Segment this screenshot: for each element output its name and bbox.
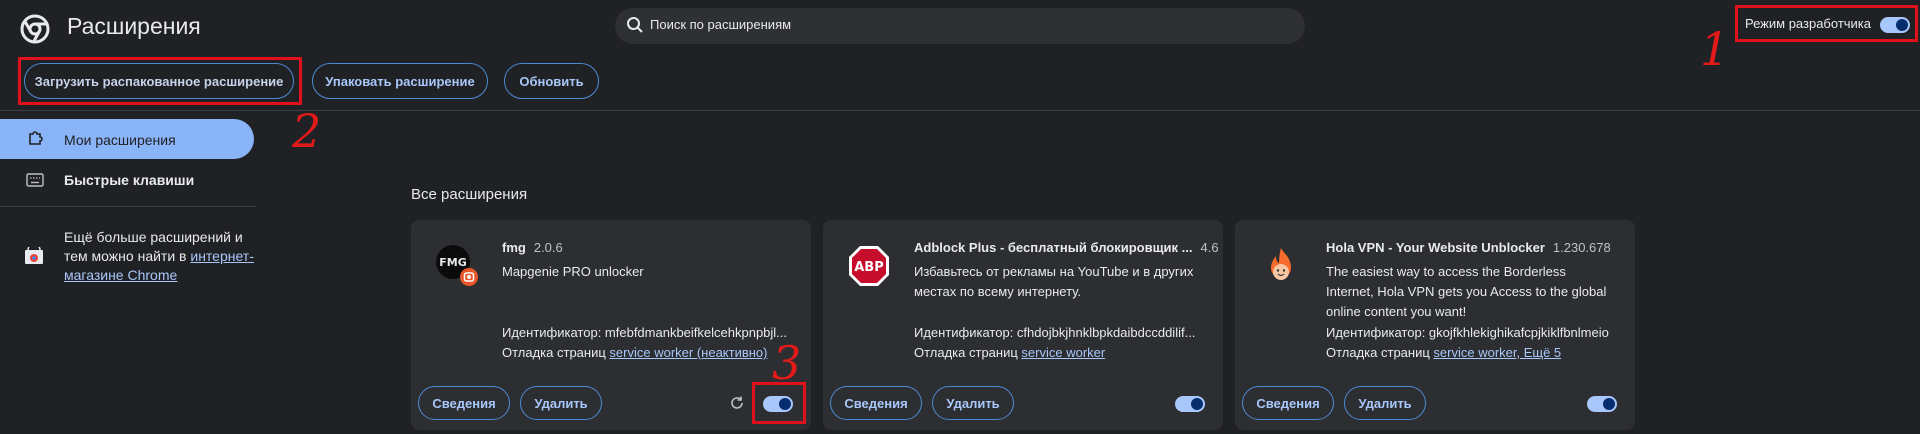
extension-description: Mapgenie PRO unlocker xyxy=(502,264,644,279)
extension-name: Adblock Plus - бесплатный блокировщик ..… xyxy=(914,240,1193,255)
extension-version: 1.230.678 xyxy=(1552,240,1611,255)
pack-extension-button[interactable]: Упаковать расширение xyxy=(312,63,488,99)
sidebar-item-label: Мои расширения xyxy=(64,132,176,148)
update-button[interactable]: Обновить xyxy=(504,63,599,99)
extension-description: The easiest way to access the Borderless… xyxy=(1326,264,1607,319)
extension-toggle[interactable] xyxy=(1587,396,1617,412)
puzzle-icon xyxy=(29,131,43,145)
extension-toggle[interactable] xyxy=(1175,396,1205,412)
extension-id: Идентификатор: cfhdojbkjhnklbpkdaibdccdd… xyxy=(914,325,1196,340)
sidebar-item-shortcuts[interactable]: Быстрые клавиши xyxy=(64,172,194,188)
annotation-box-load-unpacked xyxy=(18,57,302,105)
keyboard-icon xyxy=(26,173,44,187)
fmg-icon: FMG xyxy=(436,245,478,286)
extension-name: Hola VPN - Your Website Unblocker xyxy=(1326,240,1545,255)
annotation-number: 2 xyxy=(292,104,322,158)
svg-text:FMG: FMG xyxy=(439,256,467,269)
remove-button[interactable]: Удалить xyxy=(932,386,1014,420)
hola-icon xyxy=(1271,248,1291,280)
extension-id: Идентификатор: mfebfdmankbeifkelcehkpnpb… xyxy=(502,325,788,340)
extension-id: Идентификатор: gkojfkhlekighikafcpjkiklf… xyxy=(1326,325,1609,340)
search-input[interactable]: Поиск по расширениям xyxy=(650,17,791,32)
abp-icon-text: ABP xyxy=(854,260,884,275)
page-title: Расширения xyxy=(67,13,201,39)
extension-card-adblock: ABP Adblock Plus - бесплатный блокировщи… xyxy=(823,220,1223,430)
service-worker-link[interactable]: service worker xyxy=(1021,345,1105,360)
abp-icon: ABP xyxy=(849,246,889,286)
extension-card-hola: Hola VPN - Your Website Unblocker 1.230.6… xyxy=(1235,220,1635,430)
extension-version: 2.0.6 xyxy=(533,240,563,255)
chrome-logo-icon xyxy=(20,14,50,44)
webstore-icon xyxy=(25,247,43,264)
annotation-number: 3 xyxy=(772,336,802,390)
extension-version: 4.6 xyxy=(1200,240,1219,255)
remove-button[interactable]: Удалить xyxy=(520,386,602,420)
search-icon xyxy=(627,17,643,33)
annotation-number: 1 xyxy=(1700,22,1730,76)
details-button[interactable]: Сведения xyxy=(418,386,510,420)
service-worker-link[interactable]: service worker, Ещё 5 xyxy=(1433,345,1561,360)
toolbar-divider xyxy=(0,110,1920,111)
extension-card-fmg: FMG fmg 2.0.6 Mapgenie PRO unlocker Идент… xyxy=(411,220,811,430)
service-worker-link[interactable]: service worker (неактивно) xyxy=(609,345,767,360)
extension-name: fmg xyxy=(502,240,526,255)
webstore-promo: Ещё больше расширений и тем можно найти … xyxy=(64,228,254,285)
details-button[interactable]: Сведения xyxy=(830,386,922,420)
annotation-box-dev-mode xyxy=(1735,5,1918,42)
debug-label: Отладка страниц xyxy=(1326,345,1430,360)
reload-icon[interactable] xyxy=(729,395,745,411)
details-button[interactable]: Сведения xyxy=(1242,386,1334,420)
remove-button[interactable]: Удалить xyxy=(1344,386,1426,420)
section-title: Все расширения xyxy=(411,186,528,203)
debug-label: Отладка страниц xyxy=(914,345,1018,360)
extension-description: Избавьтесь от рекламы на YouTube и в дру… xyxy=(914,264,1194,299)
sidebar-divider xyxy=(0,206,256,207)
debug-label: Отладка страниц xyxy=(502,345,606,360)
